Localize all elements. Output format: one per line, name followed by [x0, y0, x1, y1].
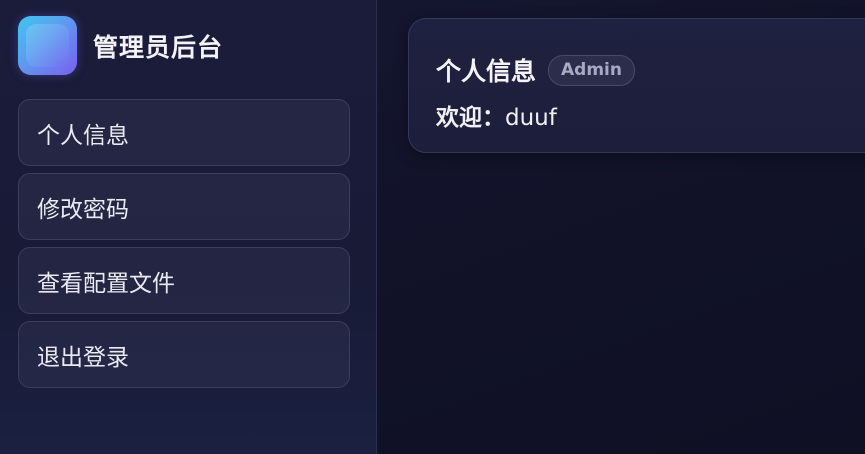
admin-panel-title: 管理员后台 — [93, 32, 224, 62]
sidebar-item-change-password[interactable]: 修改密码 — [18, 173, 350, 240]
welcome-line: 欢迎：duuf — [436, 98, 557, 132]
sidebar-item-profile[interactable]: 个人信息 — [18, 99, 350, 166]
sidebar-nav: 个人信息 修改密码 查看配置文件 退出登录 — [18, 99, 350, 395]
role-badge: Admin — [548, 54, 635, 86]
username-value: duuf — [505, 105, 557, 131]
welcome-label: 欢迎： — [436, 105, 505, 131]
app-logo-icon — [18, 16, 77, 75]
brand: 管理员后台 — [18, 16, 223, 75]
profile-card-header: 个人信息 Admin — [436, 52, 635, 88]
sidebar-item-logout[interactable]: 退出登录 — [18, 321, 350, 388]
sidebar: 管理员后台 个人信息 修改密码 查看配置文件 退出登录 — [0, 0, 377, 454]
profile-card: 个人信息 Admin 欢迎：duuf — [408, 18, 865, 153]
sidebar-item-view-config[interactable]: 查看配置文件 — [18, 247, 350, 314]
profile-card-title: 个人信息 — [436, 57, 537, 86]
